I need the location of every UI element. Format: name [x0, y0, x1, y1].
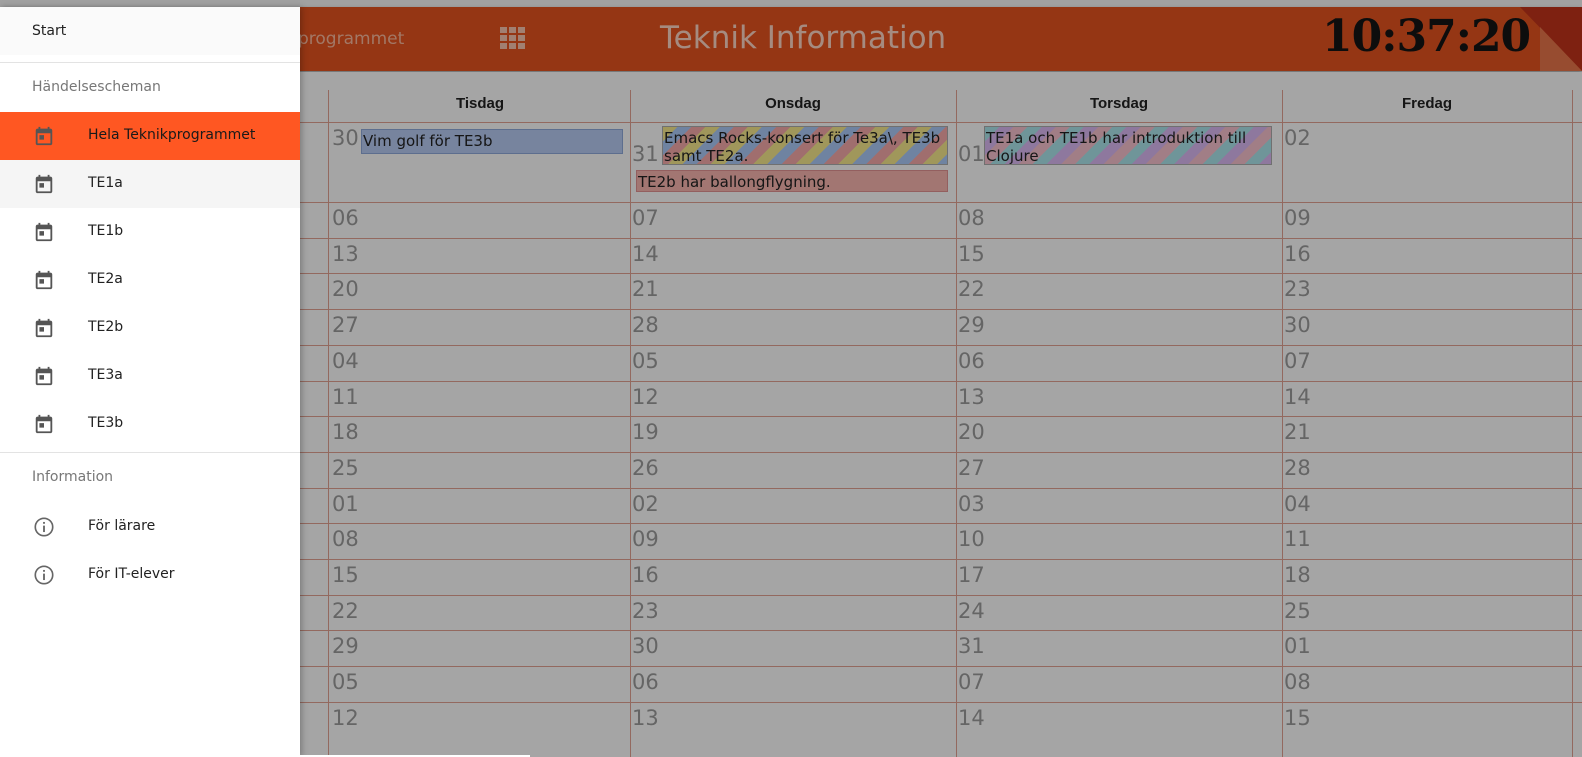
calendar-icon: [33, 413, 55, 435]
drawer-item-info-1[interactable]: För IT-elever: [0, 551, 300, 599]
drawer-item-label: För IT-elever: [88, 566, 175, 582]
section-heading-information: Information: [32, 469, 114, 485]
divider: [0, 62, 300, 63]
calendar-icon: [33, 269, 55, 291]
drawer-item-te3a[interactable]: TE3a: [0, 352, 300, 400]
drawer-item-te3b[interactable]: TE3b: [0, 400, 300, 448]
drawer-item-hela-teknikprogrammet[interactable]: Hela Teknikprogrammet: [0, 112, 300, 160]
info-icon: [33, 516, 55, 538]
drawer-item-te2b[interactable]: TE2b: [0, 304, 300, 352]
calendar-icon: [33, 125, 55, 147]
drawer-item-label: TE3b: [88, 415, 124, 431]
start-label: Start: [32, 23, 67, 39]
drawer-item-label: TE1b: [88, 223, 124, 239]
drawer-item-te1b[interactable]: TE1b: [0, 208, 300, 256]
calendar-icon: [33, 317, 55, 339]
drawer-item-label: TE3a: [88, 367, 123, 383]
drawer-item-label: Hela Teknikprogrammet: [88, 127, 256, 143]
drawer-item-label: För lärare: [88, 518, 156, 534]
divider: [0, 452, 300, 453]
drawer-item-label: TE1a: [88, 175, 123, 191]
drawer-item-te2a[interactable]: TE2a: [0, 256, 300, 304]
drawer-item-info-0[interactable]: För lärare: [0, 503, 300, 551]
info-icon: [33, 564, 55, 586]
drawer-item-label: TE2b: [88, 319, 124, 335]
calendar-icon: [33, 173, 55, 195]
section-heading-events: Händelsescheman: [32, 79, 161, 95]
calendar-icon: [33, 365, 55, 387]
navigation-drawer: Start Händelsescheman Information Hela T…: [0, 7, 300, 757]
app: programmet Teknik Information 10:37:20 T…: [0, 0, 1582, 757]
drawer-start[interactable]: Start: [0, 7, 300, 55]
drawer-item-label: TE2a: [88, 271, 123, 287]
drawer-item-te1a[interactable]: TE1a: [0, 160, 300, 208]
calendar-icon: [33, 221, 55, 243]
